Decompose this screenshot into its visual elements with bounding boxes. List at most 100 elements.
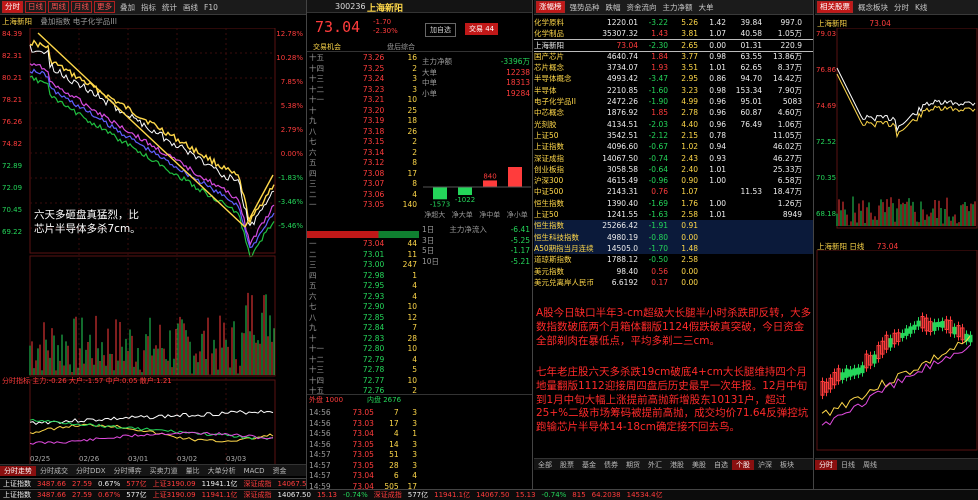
- ranking-row[interactable]: 芯片概念 3734.07 1.93 3.51 1.01 62.65 8.37万: [534, 62, 813, 73]
- order-row[interactable]: 十二 72.79 4: [307, 355, 419, 366]
- toolbar-2[interactable]: 周线: [48, 1, 69, 13]
- order-row[interactable]: 八 72.85 12: [307, 313, 419, 324]
- order-row[interactable]: 二 73.01 11: [307, 250, 419, 261]
- add-watchlist-button[interactable]: 加自选: [425, 23, 456, 37]
- ranking-row[interactable]: 化学原料 1220.01 -3.22 5.26 1.42 39.84 997.0: [534, 17, 813, 28]
- tab-trading[interactable]: 交易机会: [313, 42, 341, 52]
- mini-tab[interactable]: K线: [912, 2, 930, 13]
- ranking-tab[interactable]: 资金流向: [624, 2, 660, 13]
- ranking-row[interactable]: 电子化学品II 2472.26 -1.90 4.99 0.96 95.01 5083: [534, 96, 813, 107]
- toolbar-6[interactable]: 指标: [138, 2, 159, 13]
- toolbar-1[interactable]: 日线: [25, 1, 46, 13]
- order-row[interactable]: 九 73.19 18: [307, 116, 419, 127]
- order-row[interactable]: 八 73.18 26: [307, 127, 419, 138]
- order-row[interactable]: 九 72.84 7: [307, 323, 419, 334]
- order-row[interactable]: 二 73.06 4: [307, 190, 419, 201]
- ranking-row[interactable]: 创业板指 3058.58 -0.64 2.40 1.01 25.33万: [534, 164, 813, 175]
- order-row[interactable]: 十一 72.80 10: [307, 344, 419, 355]
- ranking-bottom-tab[interactable]: 港股: [666, 460, 688, 470]
- chart-tab[interactable]: 资金: [269, 466, 291, 476]
- order-row[interactable]: 十三 72.78 5: [307, 365, 419, 376]
- mini-tab[interactable]: 分时: [891, 2, 912, 13]
- order-row[interactable]: 六 72.93 4: [307, 292, 419, 303]
- tab-after-close[interactable]: 盘后综合: [387, 42, 415, 52]
- order-row[interactable]: 一 73.04 44: [307, 239, 419, 250]
- ranking-row[interactable]: 深证成指 14067.50 -0.74 2.43 0.93 46.27万: [534, 153, 813, 164]
- ranking-row[interactable]: 半导体 2210.85 -1.60 3.23 0.98 153.34 7.90万: [534, 85, 813, 96]
- order-row[interactable]: 五 73.12 8: [307, 158, 419, 169]
- chart-tab[interactable]: 分时成交: [36, 466, 72, 476]
- mini-tab[interactable]: 相关股票: [817, 1, 853, 13]
- ranking-bottom-tab[interactable]: 美股: [688, 460, 710, 470]
- ranking-row[interactable]: 上证50 3542.51 -2.12 2.15 0.78 11.05万: [534, 130, 813, 141]
- order-row[interactable]: 七 72.90 10: [307, 302, 419, 313]
- ranking-tab[interactable]: 大单: [696, 2, 717, 13]
- order-row[interactable]: 十三 73.24 3: [307, 74, 419, 85]
- mini-k-chart[interactable]: [815, 250, 978, 455]
- order-row[interactable]: 十一 73.21 10: [307, 95, 419, 106]
- ranking-row[interactable]: 美元兑离岸人民币 6.6192 0.17 0.00: [534, 277, 813, 288]
- order-row[interactable]: 一 73.05 140: [307, 200, 419, 211]
- mini-bottom-tab[interactable]: 分时: [815, 459, 837, 470]
- toolbar-5[interactable]: 叠加: [117, 2, 138, 13]
- ranking-bottom-tab[interactable]: 全部: [534, 460, 556, 470]
- order-row[interactable]: 三 73.07 8: [307, 179, 419, 190]
- ranking-bottom-tab[interactable]: 外汇: [644, 460, 666, 470]
- intraday-price-chart[interactable]: [0, 28, 306, 468]
- chart-tab[interactable]: MACD: [240, 467, 269, 475]
- order-row[interactable]: 三 73.00 247: [307, 260, 419, 271]
- ranking-row[interactable]: 上海新阳 73.04 -2.30 2.65 0.00 01.31 220.9: [534, 38, 813, 52]
- ranking-tab[interactable]: 涨幅榜: [536, 1, 565, 13]
- mini-tab[interactable]: 概念板块: [855, 2, 891, 13]
- ranking-bottom-tab[interactable]: 板块: [776, 460, 798, 470]
- ranking-tab[interactable]: 跌幅: [603, 2, 624, 13]
- toolbar-3[interactable]: 月线: [71, 1, 92, 13]
- ranking-row[interactable]: 上证指数 4096.60 -0.67 1.02 0.94 46.02万: [534, 141, 813, 152]
- chart-tab[interactable]: 大单分析: [204, 466, 240, 476]
- order-row[interactable]: 四 72.98 1: [307, 271, 419, 282]
- chart-tab[interactable]: 分时博弈: [110, 466, 146, 476]
- order-row[interactable]: 七 73.15 2: [307, 137, 419, 148]
- ranking-row[interactable]: 恒生指数 1390.40 -1.69 1.76 1.00 1.26万: [534, 198, 813, 209]
- trade-button[interactable]: 交易 44: [465, 23, 499, 35]
- ranking-row[interactable]: 道琼斯指数 1788.12 -0.50 2.58: [534, 254, 813, 265]
- chart-tab[interactable]: 分时DDX: [72, 466, 110, 476]
- mini-intraday-chart[interactable]: [815, 28, 978, 233]
- order-row[interactable]: 十 72.83 28: [307, 334, 419, 345]
- ranking-row[interactable]: 中证500 2143.31 0.76 1.07 11.53 18.47万: [534, 186, 813, 197]
- chart-tab[interactable]: 量比: [182, 466, 204, 476]
- order-row[interactable]: 十五 73.26 16: [307, 53, 419, 64]
- order-row[interactable]: 十二 73.23 3: [307, 85, 419, 96]
- ranking-row[interactable]: 光刻胶 4134.51 -2.03 4.40 0.96 76.49 1.06万: [534, 119, 813, 130]
- ranking-row[interactable]: 恒生科技指数 4980.19 -0.80 0.00: [534, 231, 813, 243]
- order-row[interactable]: 六 73.14 2: [307, 148, 419, 159]
- ranking-bottom-tab[interactable]: 个股: [732, 459, 754, 470]
- toolbar-8[interactable]: 画线: [180, 2, 201, 13]
- ranking-tab[interactable]: 强势品种: [567, 2, 603, 13]
- toolbar-4[interactable]: 更多: [94, 1, 115, 13]
- order-row[interactable]: 十四 72.77 10: [307, 376, 419, 387]
- ranking-row[interactable]: A50期指当月连续 14505.0 -1.70 1.48: [534, 242, 813, 255]
- chart-tab[interactable]: 买卖力道: [146, 466, 182, 476]
- ranking-row[interactable]: 中芯概念 1876.92 1.85 2.78 0.96 60.87 4.60万: [534, 107, 813, 118]
- mini-bottom-tab[interactable]: 周线: [859, 460, 881, 470]
- ranking-row[interactable]: 半导体概念 4993.42 -3.47 2.95 0.86 94.70 14.42万: [534, 73, 813, 84]
- ranking-tab[interactable]: 主力净额: [660, 2, 696, 13]
- ranking-bottom-tab[interactable]: 基金: [578, 460, 600, 470]
- order-row[interactable]: 四 73.08 17: [307, 169, 419, 180]
- ranking-row[interactable]: 沪深300 4615.49 -0.96 0.90 1.00 6.58万: [534, 175, 813, 186]
- ranking-row[interactable]: 美元指数 98.40 0.56 0.00: [534, 266, 813, 277]
- ranking-bottom-tab[interactable]: 债券: [600, 460, 622, 470]
- toolbar-0[interactable]: 分时: [2, 1, 23, 13]
- mini-bottom-tab[interactable]: 日线: [837, 460, 859, 470]
- order-row[interactable]: 十 73.20 25: [307, 106, 419, 117]
- toolbar-7[interactable]: 统计: [159, 2, 180, 13]
- ranking-row[interactable]: 国产芯片 4640.74 1.84 3.77 0.98 63.55 13.86万: [534, 51, 813, 62]
- ranking-bottom-tab[interactable]: 自选: [710, 460, 732, 470]
- chart-tab[interactable]: 分时走势: [0, 465, 36, 476]
- ranking-row[interactable]: 化学制品 35307.32 1.43 3.81 1.07 40.58 1.05万: [534, 28, 813, 39]
- ranking-bottom-tab[interactable]: 股票: [556, 460, 578, 470]
- order-row[interactable]: 五 72.95 4: [307, 281, 419, 292]
- ranking-bottom-tab[interactable]: 沪深: [754, 460, 776, 470]
- ranking-row[interactable]: 上证50 1241.55 -1.63 2.58 1.01 8949: [534, 209, 813, 220]
